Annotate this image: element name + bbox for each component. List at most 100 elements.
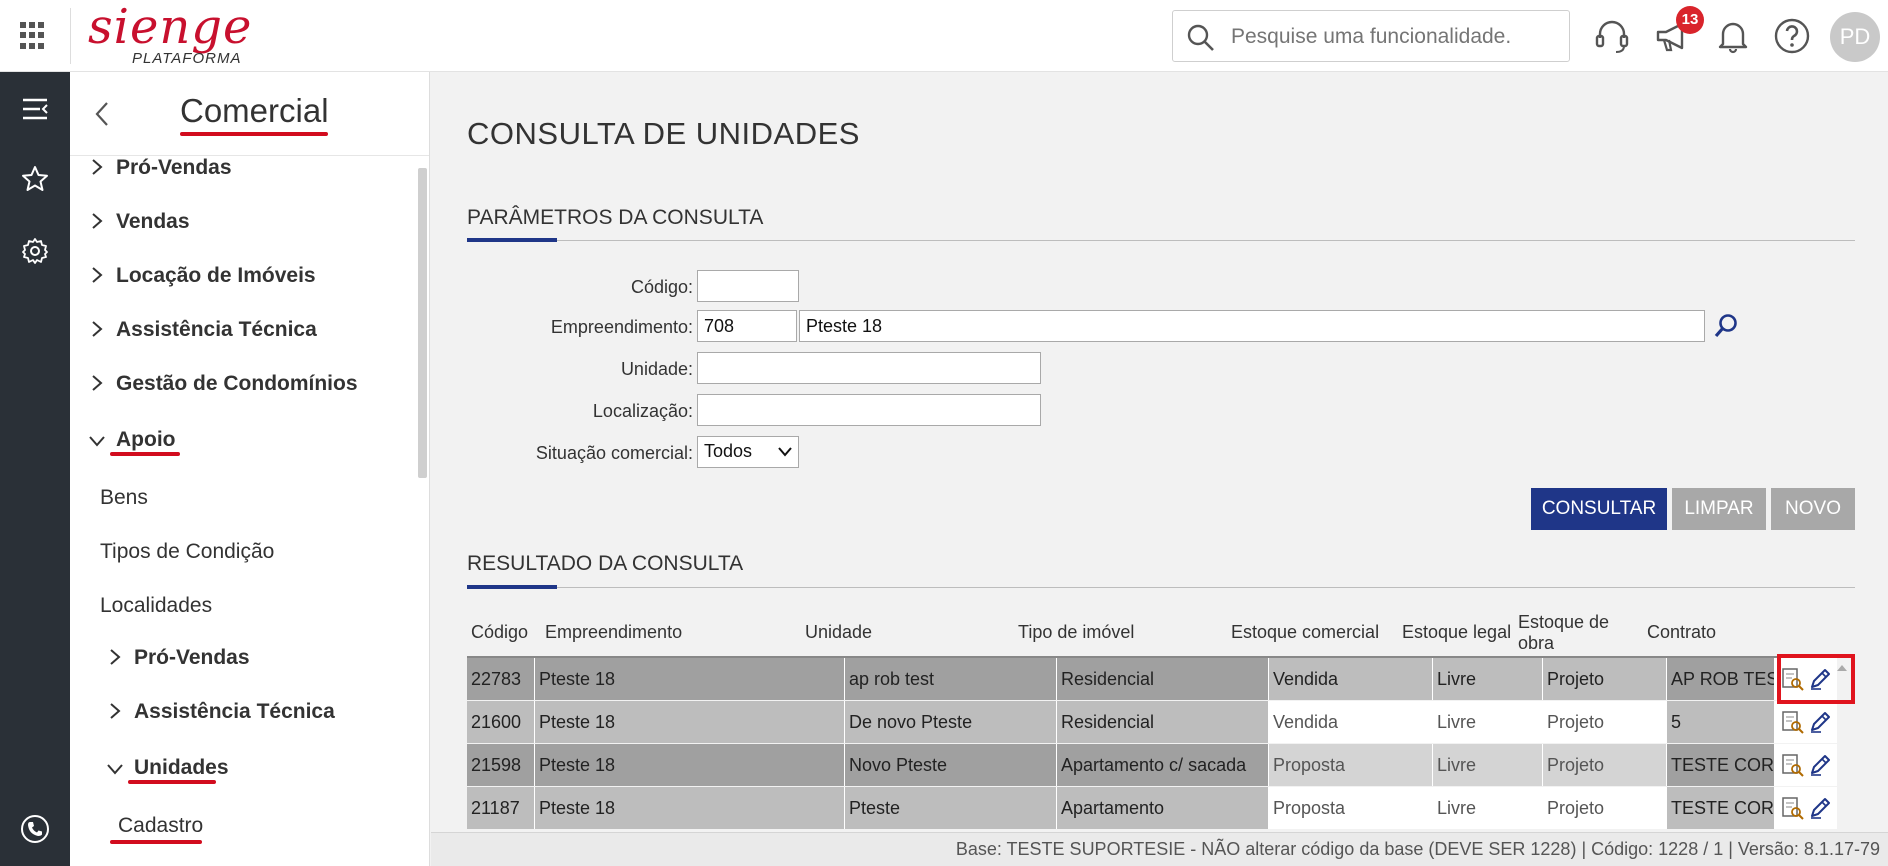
section-divider <box>467 587 1855 588</box>
cell-tipo: Apartamento <box>1057 787 1269 829</box>
help-icon[interactable] <box>1772 16 1812 56</box>
sidebar-subitem-assistencia-tecnica[interactable]: Assistência Técnica <box>134 700 335 724</box>
cell-tipo: Residencial <box>1057 658 1269 700</box>
table-row[interactable]: 22783 Pteste 18 ap rob test Residencial Vend… <box>467 658 1855 700</box>
edit-pencil-icon[interactable] <box>1807 795 1833 821</box>
cell-contrato: TESTE CORR <box>1667 787 1775 829</box>
view-document-icon[interactable] <box>1779 752 1805 778</box>
sidebar-item-gestao-condominios[interactable]: Gestão de Condomínios <box>116 372 358 396</box>
chevron-down-icon <box>107 764 123 775</box>
chevron-down-icon <box>89 436 105 447</box>
back-chevron-icon[interactable] <box>92 100 112 128</box>
localizacao-label: Localização: <box>592 401 693 421</box>
results-section-title: RESULTADO DA CONSULTA <box>467 552 744 575</box>
user-avatar[interactable]: PD <box>1830 12 1880 62</box>
empreendimento-code-input[interactable] <box>697 310 797 342</box>
sidebar-header: Comercial <box>70 72 429 156</box>
col-header-contrato[interactable]: Contrato <box>1647 622 1716 643</box>
cell-estoque-obra: Projeto <box>1543 787 1667 829</box>
edit-pencil-icon[interactable] <box>1807 752 1833 778</box>
search-box[interactable] <box>1172 10 1570 62</box>
sidebar-item-locacao-imoveis[interactable]: Locação de Imóveis <box>116 264 316 288</box>
search-input[interactable] <box>1231 23 1551 51</box>
sidebar-item-bens[interactable]: Bens <box>100 486 148 510</box>
sidebar-subitem-pro-vendas[interactable]: Pró-Vendas <box>134 646 250 670</box>
cell-unidade: De novo Pteste <box>845 701 1057 743</box>
cell-estoque-comercial: Vendida <box>1269 658 1433 700</box>
view-document-icon[interactable] <box>1779 795 1805 821</box>
col-header-estoque-legal[interactable]: Estoque legal <box>1402 622 1511 643</box>
table-row[interactable]: 21598 Pteste 18 Novo Pteste Apartamento c/ … <box>467 744 1855 786</box>
sidebar-item-assistencia-tecnica[interactable]: Assistência Técnica <box>116 318 317 342</box>
menu-collapse-icon[interactable] <box>20 94 50 124</box>
sidebar-item-apoio[interactable]: Apoio <box>116 428 175 452</box>
chevron-right-icon <box>92 213 103 229</box>
phone-icon[interactable] <box>20 814 50 844</box>
apps-grid-icon[interactable] <box>20 22 48 50</box>
col-header-estoque-obra[interactable]: Estoque de obra <box>1518 612 1618 654</box>
table-row[interactable]: 21187 Pteste 18 Pteste Apartamento Proposta L… <box>467 787 1855 829</box>
annotation-underline <box>128 780 216 784</box>
cell-codigo: 21598 <box>467 744 535 786</box>
sienge-logo[interactable]: sienge PLATAFORMA <box>88 2 268 68</box>
codigo-input[interactable] <box>697 270 799 302</box>
sidebar-item-localidades[interactable]: Localidades <box>100 594 212 618</box>
empreendimento-label: Empreendimento: <box>550 317 693 337</box>
chevron-right-icon <box>110 649 121 665</box>
codigo-label: Código: <box>630 277 693 297</box>
cell-codigo: 21187 <box>467 787 535 829</box>
logo-word: sienge <box>88 0 253 55</box>
cell-empreendimento: Pteste 18 <box>535 787 845 829</box>
consultar-button[interactable]: CONSULTAR <box>1531 488 1667 530</box>
headset-icon[interactable] <box>1592 16 1632 56</box>
cell-estoque-legal: Livre <box>1433 701 1543 743</box>
cell-empreendimento: Pteste 18 <box>535 658 845 700</box>
top-bar: sienge PLATAFORMA 13 PD <box>0 0 1888 72</box>
col-header-empreendimento[interactable]: Empreendimento <box>545 622 682 643</box>
sidebar-subitem-unidades[interactable]: Unidades <box>134 756 229 780</box>
col-header-tipo-imovel[interactable]: Tipo de imóvel <box>1018 622 1134 643</box>
page-title: CONSULTA DE UNIDADES <box>467 116 860 151</box>
chevron-down-icon <box>778 447 792 457</box>
col-header-codigo[interactable]: Código <box>471 622 528 643</box>
cell-unidade: Pteste <box>845 787 1057 829</box>
situacao-selected-value: Todos <box>704 441 753 461</box>
chevron-right-icon <box>92 375 103 391</box>
sidebar-scrollbar[interactable] <box>418 168 427 478</box>
lookup-search-icon[interactable] <box>1713 312 1741 340</box>
sidebar-subitem-cadastro[interactable]: Cadastro <box>118 814 203 838</box>
section-divider <box>467 240 1855 241</box>
novo-button[interactable]: NOVO <box>1771 488 1855 530</box>
limpar-button[interactable]: LIMPAR <box>1672 488 1766 530</box>
cell-codigo: 21600 <box>467 701 535 743</box>
view-document-icon[interactable] <box>1779 709 1805 735</box>
cell-empreendimento: Pteste 18 <box>535 701 845 743</box>
annotation-underline <box>110 452 180 456</box>
situacao-select[interactable]: Todos <box>697 436 799 468</box>
chevron-right-icon <box>92 321 103 337</box>
cell-estoque-obra: Projeto <box>1543 744 1667 786</box>
annotation-underline <box>110 840 202 844</box>
cell-estoque-comercial: Proposta <box>1269 787 1433 829</box>
col-header-unidade[interactable]: Unidade <box>805 622 872 643</box>
localizacao-input[interactable] <box>697 394 1041 426</box>
unidade-input[interactable] <box>697 352 1041 384</box>
sidebar-item-tipos-condicao[interactable]: Tipos de Condição <box>100 540 274 564</box>
empreendimento-name-input[interactable] <box>799 310 1705 342</box>
sidebar-item-vendas[interactable]: Vendas <box>116 210 190 234</box>
gear-icon[interactable] <box>20 236 50 266</box>
edit-pencil-icon[interactable] <box>1807 709 1833 735</box>
divider <box>70 8 71 64</box>
table-row[interactable]: 21600 Pteste 18 De novo Pteste Residencial V… <box>467 701 1855 743</box>
row-actions <box>1775 744 1837 786</box>
cell-contrato: AP ROB TEST <box>1667 658 1775 700</box>
star-icon[interactable] <box>20 164 50 194</box>
col-header-estoque-comercial[interactable]: Estoque comercial <box>1231 622 1379 643</box>
bell-icon[interactable] <box>1713 16 1753 56</box>
cell-tipo: Residencial <box>1057 701 1269 743</box>
sidebar-item-pro-vendas[interactable]: Pró-Vendas <box>116 156 232 180</box>
section-accent <box>467 238 557 242</box>
status-footer: Base: TESTE SUPORTESIE - NÃO alterar cód… <box>431 832 1888 866</box>
scroll-up-arrow-icon[interactable] <box>1836 664 1848 672</box>
annotation-underline <box>180 132 328 136</box>
